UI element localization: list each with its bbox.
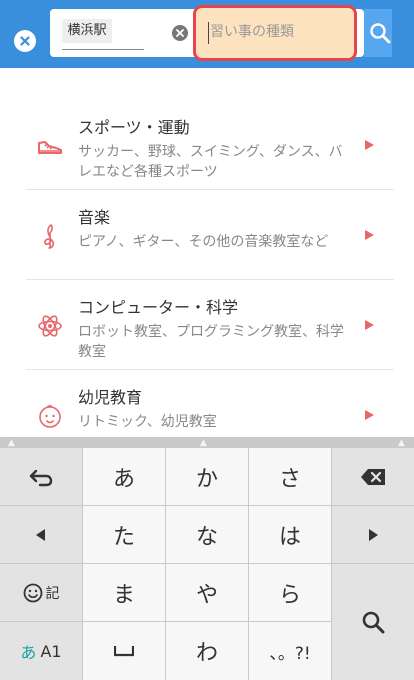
text-cursor bbox=[208, 22, 209, 44]
baby-face-icon bbox=[39, 404, 61, 428]
category-description: サッカー、野球、スイミング、ダンス、バレエなど各種スポーツ bbox=[78, 144, 343, 180]
category-description: ピアノ、ギター、その他の音楽教室など bbox=[78, 234, 329, 250]
chevron-up-icon: ▲ bbox=[200, 438, 207, 448]
emoji-key-label: 記 bbox=[45, 585, 60, 602]
station-field-underline bbox=[62, 49, 144, 50]
category-description: ロボット教室、プログラミング教室、科学教室 bbox=[78, 324, 344, 360]
chevron-up-icon: ▲ bbox=[8, 438, 15, 448]
search-icon bbox=[362, 611, 385, 634]
chevron-right-icon bbox=[365, 320, 374, 330]
category-list: スポーツ・運動 サッカー、野球、スイミング、ダンス、バレエなど各種スポーツ 音楽… bbox=[0, 100, 414, 460]
key-ma[interactable]: ま bbox=[83, 564, 165, 621]
key-ya[interactable]: や bbox=[166, 564, 248, 621]
arrow-right-icon bbox=[369, 528, 378, 541]
key-ha[interactable]: は bbox=[249, 506, 331, 563]
clear-station-icon[interactable] bbox=[172, 25, 188, 41]
lesson-kind-field[interactable] bbox=[193, 5, 357, 61]
space-key[interactable] bbox=[83, 622, 165, 680]
chevron-right-icon bbox=[365, 140, 374, 150]
category-item-music[interactable]: 音楽 ピアノ、ギター、その他の音楽教室など bbox=[0, 190, 414, 280]
backspace-key[interactable] bbox=[332, 448, 414, 505]
arrow-left-icon bbox=[36, 528, 45, 541]
close-icon[interactable] bbox=[14, 30, 36, 52]
backspace-icon bbox=[361, 468, 385, 485]
category-title: 音楽 bbox=[78, 208, 111, 227]
key-ta[interactable]: た bbox=[83, 506, 165, 563]
keyboard-search-key[interactable] bbox=[332, 564, 414, 680]
mode-alpha-label: A1 bbox=[40, 641, 62, 661]
category-title: コンピューター・科学 bbox=[78, 298, 239, 317]
chevron-up-icon: ▲ bbox=[398, 438, 405, 448]
key-a[interactable]: あ bbox=[83, 448, 165, 505]
station-chip[interactable]: 横浜駅 bbox=[62, 19, 112, 43]
cursor-left-key[interactable] bbox=[0, 506, 82, 563]
input-mode-key[interactable]: あ A1 bbox=[0, 622, 82, 680]
search-icon bbox=[370, 23, 391, 44]
undo-icon bbox=[29, 469, 53, 486]
key-sa[interactable]: さ bbox=[249, 448, 331, 505]
key-ra[interactable]: ら bbox=[249, 564, 331, 621]
category-item-sports[interactable]: スポーツ・運動 サッカー、野球、スイミング、ダンス、バレエなど各種スポーツ bbox=[0, 100, 414, 190]
keyboard-handle[interactable]: ▲ ▲ ▲ bbox=[0, 437, 414, 448]
chevron-right-icon bbox=[365, 230, 374, 240]
atom-icon bbox=[38, 315, 62, 337]
space-icon bbox=[114, 646, 134, 657]
key-ka[interactable]: か bbox=[166, 448, 248, 505]
key-punctuation[interactable]: 、。?! bbox=[249, 622, 331, 680]
mode-kana-label: あ bbox=[20, 643, 37, 662]
category-description: リトミック、幼児教室 bbox=[78, 414, 217, 430]
search-button[interactable] bbox=[364, 9, 392, 57]
undo-key[interactable] bbox=[0, 448, 82, 505]
treble-clef-icon bbox=[44, 224, 55, 249]
emoji-symbol-key[interactable]: 記 bbox=[0, 564, 82, 621]
chevron-right-icon bbox=[365, 410, 374, 420]
smiley-icon bbox=[23, 583, 42, 602]
category-item-computer-science[interactable]: コンピューター・科学 ロボット教室、プログラミング教室、科学教室 bbox=[0, 280, 414, 370]
key-na[interactable]: な bbox=[166, 506, 248, 563]
key-wa[interactable]: わ bbox=[166, 622, 248, 680]
category-title: スポーツ・運動 bbox=[78, 118, 190, 137]
soft-keyboard: あ か さ た な は 記 ま や ら あ A1 わ 、。?! bbox=[0, 448, 414, 680]
search-header: 横浜駅 bbox=[0, 0, 414, 68]
lesson-kind-input[interactable] bbox=[204, 15, 350, 49]
category-title: 幼児教育 bbox=[78, 388, 143, 407]
cursor-right-key[interactable] bbox=[332, 506, 414, 563]
sneaker-icon bbox=[38, 141, 62, 154]
